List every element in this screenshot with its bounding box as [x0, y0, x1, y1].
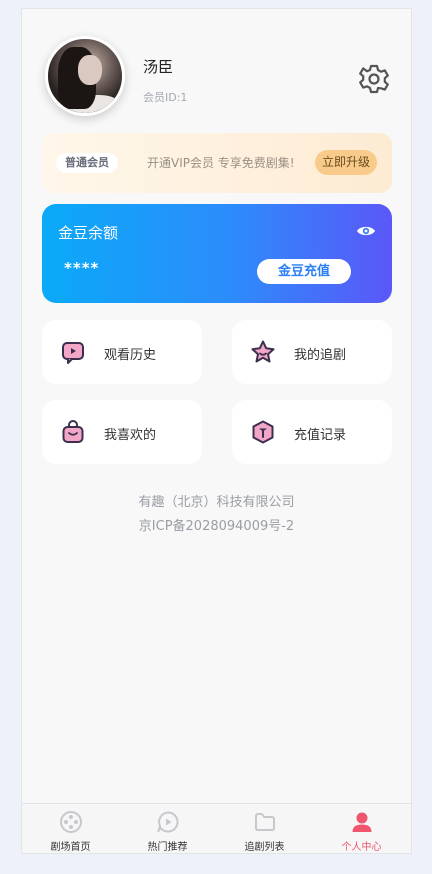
menu-item-watch-history[interactable]: 观看历史 — [42, 320, 202, 384]
tab-label: 热门推荐 — [147, 842, 188, 853]
gold-balance-card: 金豆余额 **** 金豆充值 — [42, 204, 392, 303]
menu-item-my-likes[interactable]: 我喜欢的 — [42, 400, 202, 464]
member-id: 会员ID:1 — [143, 91, 188, 104]
menu-label: 我的追剧 — [294, 348, 347, 363]
upgrade-button[interactable]: 立即升级 — [315, 150, 377, 175]
menu-item-my-follows[interactable]: 我的追剧 — [232, 320, 392, 384]
app-screen: 汤臣 会员ID:1 普通会员 开通VIP会员 专享免费剧集! 立即升级 金豆余额… — [21, 8, 412, 854]
tab-theater-home[interactable]: 剧场首页 — [22, 804, 119, 853]
film-reel-icon — [60, 811, 82, 833]
gold-balance-amount: **** — [64, 259, 100, 277]
menu-item-recharge-records[interactable]: 充值记录 — [232, 400, 392, 464]
gold-recharge-button[interactable]: 金豆充值 — [257, 259, 351, 284]
vip-promo-text: 开通VIP会员 专享免费剧集! — [147, 156, 295, 170]
gold-balance-title: 金豆余额 — [58, 224, 119, 242]
tab-label: 个人中心 — [341, 842, 382, 853]
folder-icon — [255, 813, 275, 831]
avatar[interactable] — [45, 36, 125, 116]
icp-number[interactable]: 京ICP备2028094009号-2 — [22, 515, 411, 534]
company-name: 有趣（北京）科技有限公司 — [138, 495, 295, 510]
tab-follow-list[interactable]: 追剧列表 — [216, 804, 313, 853]
tab-label: 剧场首页 — [50, 842, 91, 853]
tab-personal-center[interactable]: 个人中心 — [313, 804, 410, 853]
bag-icon — [62, 420, 84, 443]
vip-promo-banner: 普通会员 开通VIP会员 专享免费剧集! 立即升级 — [42, 133, 392, 193]
menu-label: 观看历史 — [104, 348, 157, 363]
gear-icon[interactable] — [358, 63, 390, 95]
star-icon — [251, 340, 275, 363]
tab-label: 追剧列表 — [244, 842, 285, 853]
eye-icon[interactable] — [356, 224, 376, 238]
username: 汤臣 — [143, 58, 174, 76]
member-level-badge: 普通会员 — [56, 153, 118, 173]
play-history-icon — [62, 342, 84, 364]
menu-label: 充值记录 — [294, 428, 347, 443]
recharge-record-icon — [252, 420, 274, 444]
user-icon — [352, 812, 372, 832]
tab-hot-recommend[interactable]: 热门推荐 — [119, 804, 216, 853]
menu-label: 我喜欢的 — [104, 428, 157, 443]
bottom-tab-bar: 剧场首页 热门推荐 追剧列表 个人中心 — [22, 803, 411, 853]
play-bubble-icon — [157, 811, 179, 833]
